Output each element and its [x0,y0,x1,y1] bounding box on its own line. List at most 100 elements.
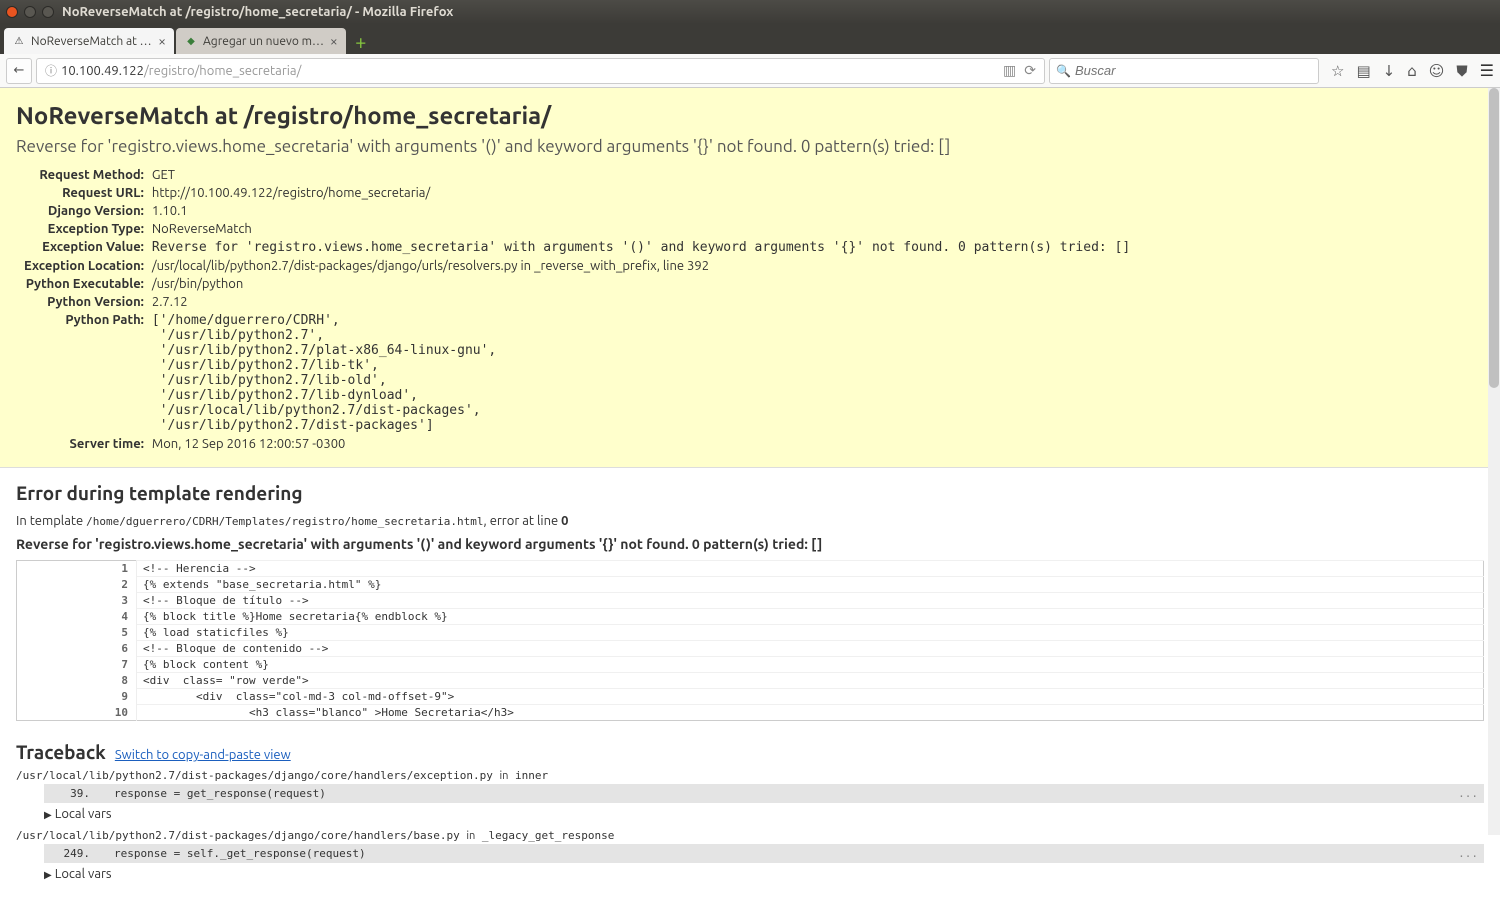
meta-value: http://10.100.49.122/registro/home_secre… [152,184,1130,202]
line-number: 3 [17,593,137,609]
source-line: 3<!-- Bloque de título --> [17,593,1484,609]
library-icon[interactable]: ▤ [1356,62,1370,80]
menu-button[interactable]: ☰ [1480,61,1494,80]
search-input[interactable] [1075,63,1312,78]
error-summary: NoReverseMatch at /registro/home_secreta… [0,88,1500,468]
meta-value: Mon, 12 Sep 2016 12:00:57 -0300 [152,435,1130,453]
window-titlebar: NoReverseMatch at /registro/home_secreta… [0,0,1500,24]
template-error-section: Error during template rendering In templ… [0,468,1500,731]
line-code: <div class= "row verde"> [137,673,1484,689]
line-number: 10 [17,705,137,721]
search-icon: 🔍 [1056,64,1071,78]
back-button[interactable]: ← [6,58,32,84]
tab-title: Agregar un nuevo m… [203,35,324,48]
traceback-section: Traceback Switch to copy-and-paste view … [0,731,1500,899]
template-error-heading: Error during template rendering [16,482,1484,504]
source-line: 2{% extends "base_secretaria.html" %} [17,577,1484,593]
source-line: 10 <h3 class="blanco" >Home Secretaria</… [17,705,1484,721]
line-code: <!-- Bloque de contenido --> [137,641,1484,657]
window-title: NoReverseMatch at /registro/home_secreta… [62,5,453,19]
traceback-heading: Traceback [16,741,106,763]
traceback-code-line: 249. response = self._get_response(reque… [44,844,1484,863]
tab-close-icon[interactable]: × [330,33,338,49]
reader-mode-icon[interactable]: ▥ [1003,62,1016,79]
line-code: {% load staticfiles %} [137,625,1484,641]
reload-icon[interactable]: ⟳ [1024,62,1036,79]
source-line: 5{% load staticfiles %} [17,625,1484,641]
meta-label: Exception Value: [16,238,152,257]
line-number: 1 [17,561,137,577]
downloads-icon[interactable]: ↓ [1383,62,1396,80]
meta-label: Request Method: [16,166,152,184]
line-code: <h3 class="blanco" >Home Secretaria</h3> [137,705,1484,721]
traceback-code-line: 39. response = get_response(request)... [44,784,1484,803]
pocket-icon[interactable]: ☺ [1429,62,1445,80]
switch-view-link[interactable]: Switch to copy-and-paste view [115,748,291,762]
traceback-frame-path: /usr/local/lib/python2.7/dist-packages/d… [16,769,1484,782]
source-line: 4{% block title %}Home secretaria{% endb… [17,609,1484,625]
tab-bar: ⚠ NoReverseMatch at /re… × ◆ Agregar un … [0,24,1500,54]
meta-value: /usr/local/lib/python2.7/dist-packages/d… [152,257,1130,275]
scrollbar-thumb[interactable] [1489,88,1499,388]
line-code: <!-- Bloque de título --> [137,593,1484,609]
window-minimize-button[interactable] [24,6,36,18]
source-line: 1<!-- Herencia --> [17,561,1484,577]
home-icon[interactable]: ⌂ [1407,62,1417,80]
meta-label: Python Path: [16,311,152,435]
toolbar-icons: ☆ ▤ ↓ ⌂ ☺ ⛊ [1323,62,1476,80]
meta-label: Python Executable: [16,275,152,293]
line-number: 8 [17,673,137,689]
window-close-button[interactable] [6,6,18,18]
window-buttons [6,6,54,18]
traceback-frame-path: /usr/local/lib/python2.7/dist-packages/d… [16,829,1484,842]
meta-label: Python Version: [16,293,152,311]
site-info-icon[interactable]: ⓘ [45,62,57,79]
template-info-line: In template /home/dguerrero/CDRH/Templat… [16,514,1484,528]
tab-favicon: ⚠ [12,34,26,48]
meta-value: NoReverseMatch [152,220,1130,238]
meta-value: ['/home/dguerrero/CDRH', '/usr/lib/pytho… [152,311,1130,435]
url-bar[interactable]: ⓘ 10.100.49.122/registro/home_secretaria… [36,58,1045,84]
line-code: {% extends "base_secretaria.html" %} [137,577,1484,593]
line-code: {% block content %} [137,657,1484,673]
source-line: 9 <div class="col-md-3 col-md-offset-9"> [17,689,1484,705]
browser-tab-active[interactable]: ⚠ NoReverseMatch at /re… × [4,28,174,54]
source-table: 1<!-- Herencia -->2{% extends "base_secr… [16,560,1484,721]
url-text: 10.100.49.122/registro/home_secretaria/ [61,64,1003,78]
meta-value: 2.7.12 [152,293,1130,311]
line-code: <!-- Herencia --> [137,561,1484,577]
tab-title: NoReverseMatch at /re… [31,35,152,48]
tab-favicon: ◆ [184,34,198,48]
meta-value: /usr/bin/python [152,275,1130,293]
meta-value: Reverse for 'registro.views.home_secreta… [152,238,1130,257]
new-tab-button[interactable]: + [348,28,374,54]
meta-table: Request Method:GET Request URL:http://10… [16,166,1130,453]
nav-bar: ← ⓘ 10.100.49.122/registro/home_secretar… [0,54,1500,88]
meta-label: Request URL: [16,184,152,202]
bookmark-star-icon[interactable]: ☆ [1331,62,1344,80]
line-number: 9 [17,689,137,705]
line-number: 5 [17,625,137,641]
scrollbar-track[interactable] [1488,88,1500,835]
line-number: 2 [17,577,137,593]
tab-close-icon[interactable]: × [158,33,166,49]
url-actions: ▥ ⟳ [1003,62,1040,79]
source-line: 6<!-- Bloque de contenido --> [17,641,1484,657]
browser-tab-inactive[interactable]: ◆ Agregar un nuevo m… × [176,28,346,54]
line-code: {% block title %}Home secretaria{% endbl… [137,609,1484,625]
window-maximize-button[interactable] [42,6,54,18]
line-code: <div class="col-md-3 col-md-offset-9"> [137,689,1484,705]
meta-label: Server time: [16,435,152,453]
error-heading: NoReverseMatch at /registro/home_secreta… [16,102,1484,129]
local-vars-toggle[interactable]: ▶Local vars [44,807,1484,821]
template-reverse-error: Reverse for 'registro.views.home_secreta… [16,536,1484,552]
save-pocket-icon[interactable]: ⛊ [1456,62,1467,80]
meta-value: 1.10.1 [152,202,1130,220]
error-subheading: Reverse for 'registro.views.home_secreta… [16,137,1484,156]
line-number: 6 [17,641,137,657]
meta-label: Exception Type: [16,220,152,238]
meta-value: GET [152,166,1130,184]
search-bar[interactable]: 🔍 [1049,58,1319,84]
local-vars-toggle[interactable]: ▶Local vars [44,867,1484,881]
meta-label: Django Version: [16,202,152,220]
